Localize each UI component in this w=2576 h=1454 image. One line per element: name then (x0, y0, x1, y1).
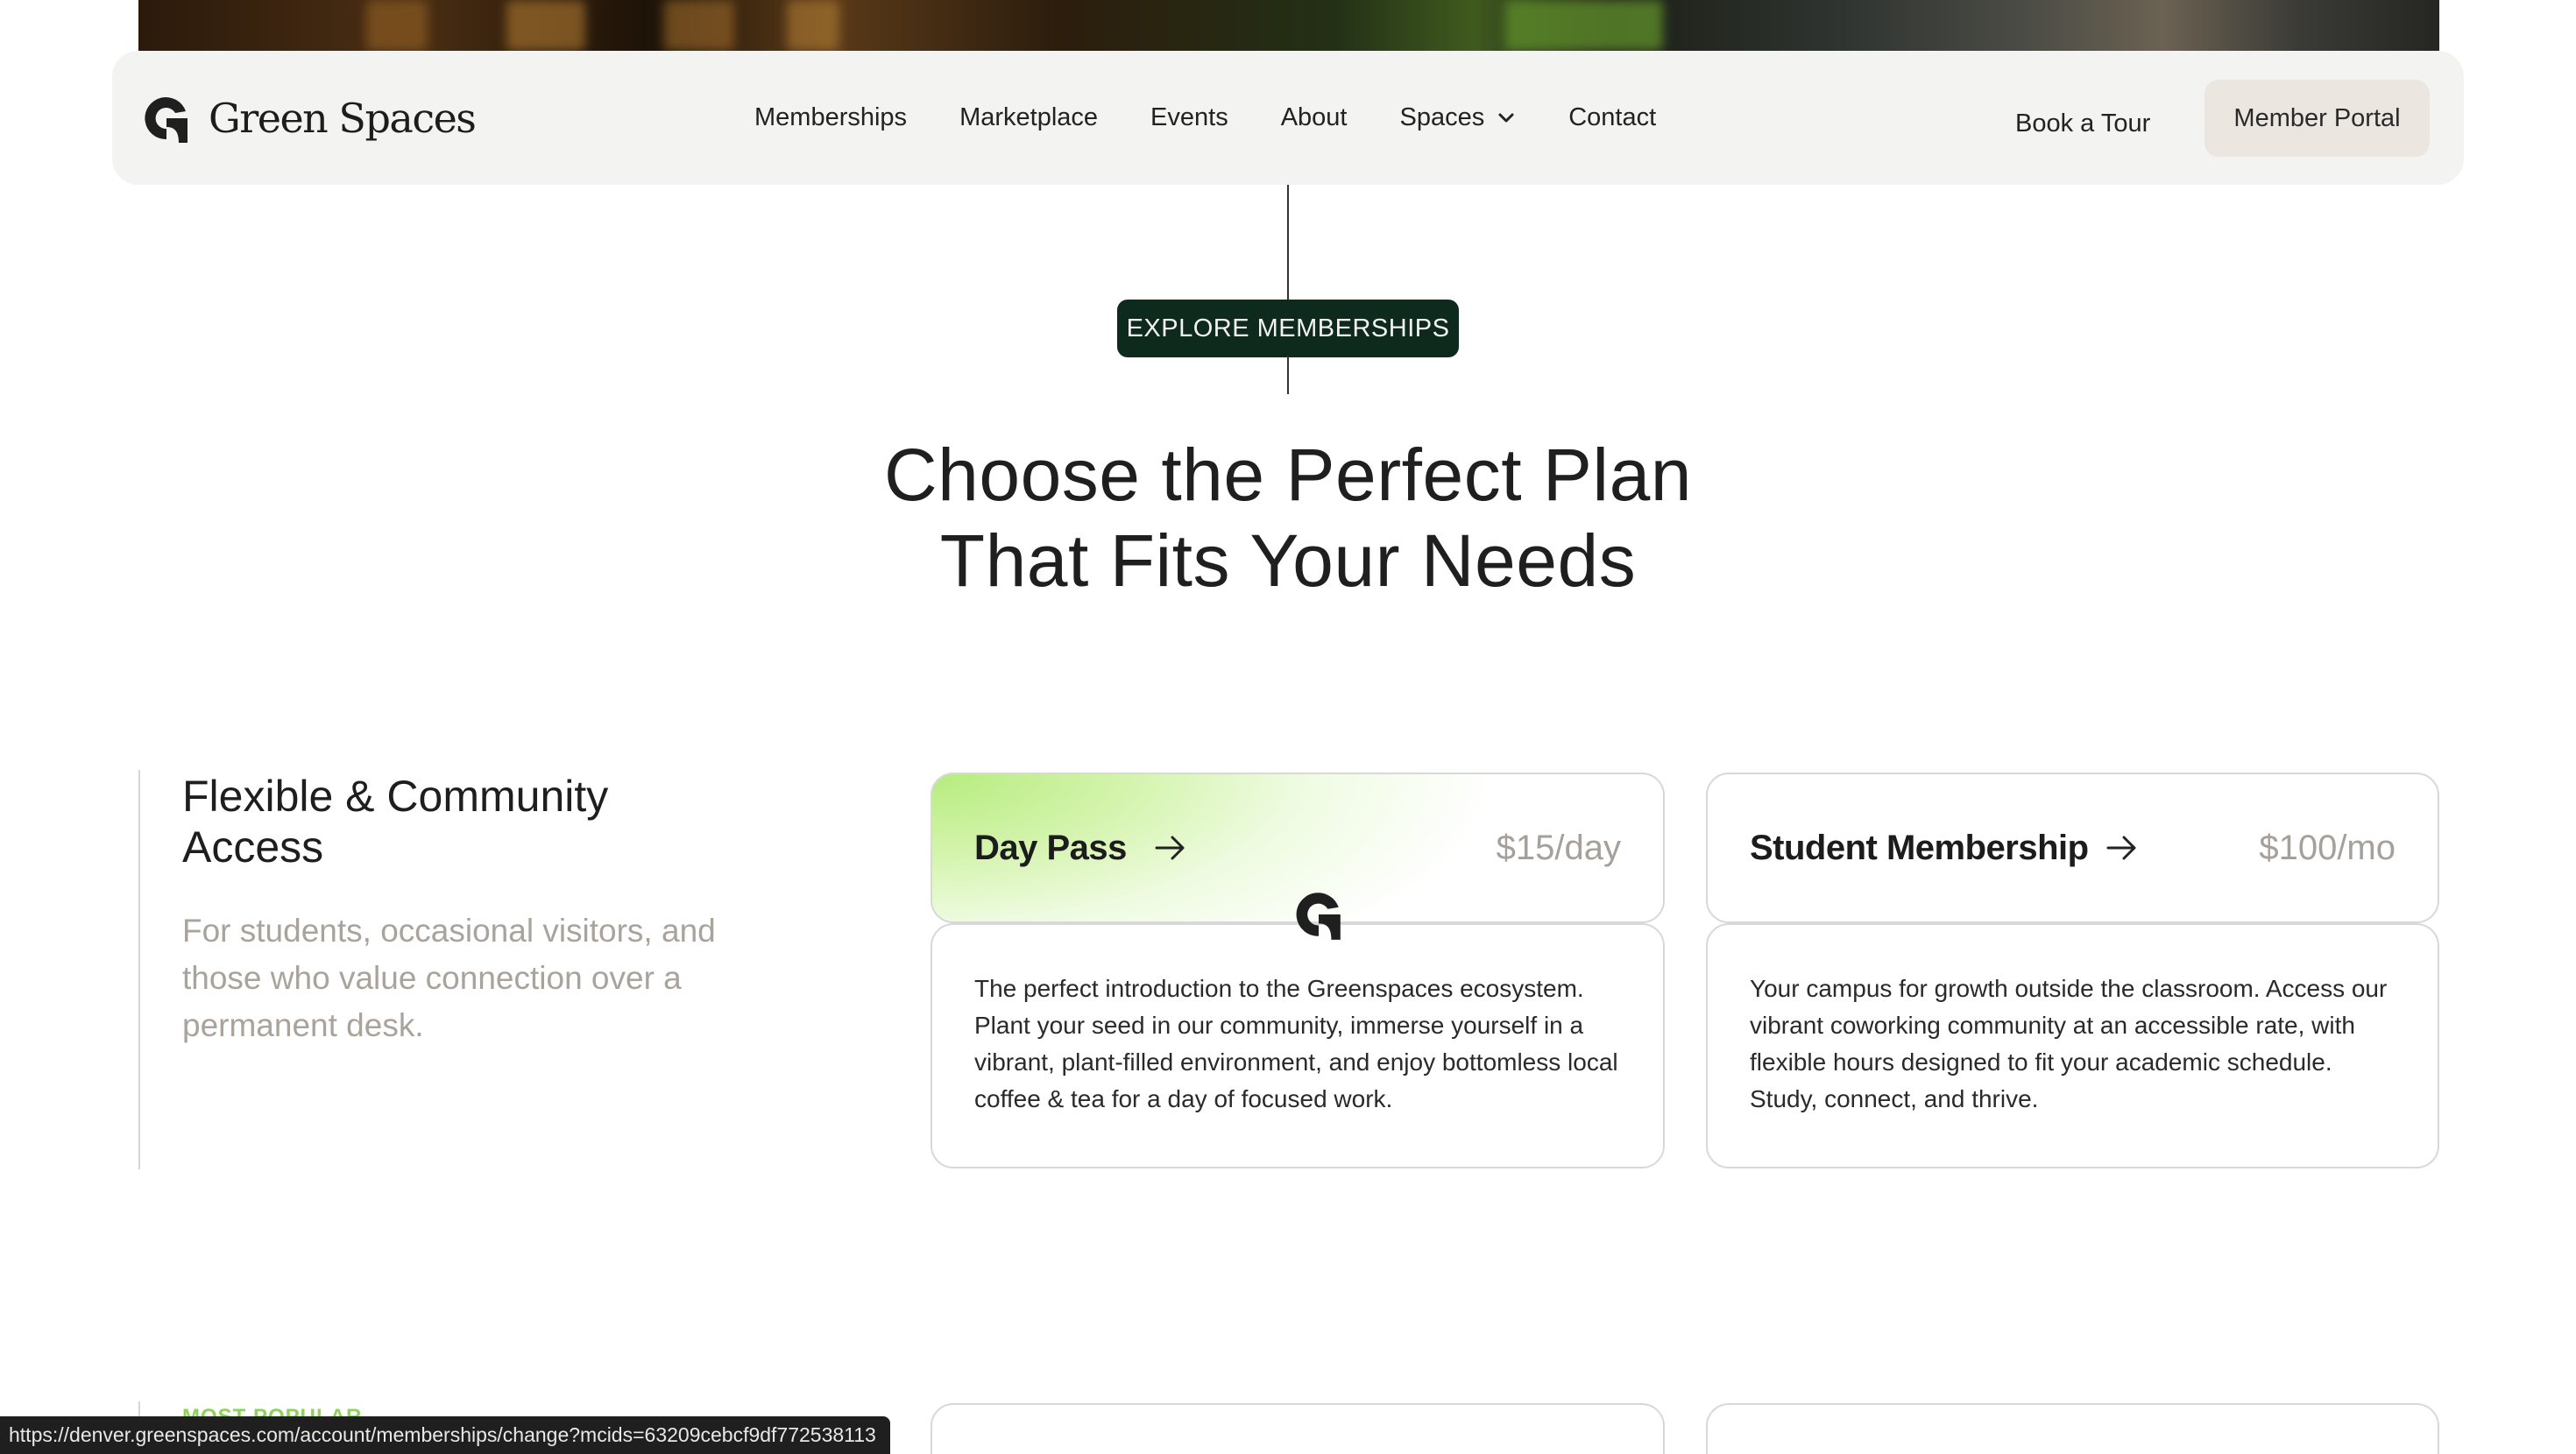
plan-card-peek-1[interactable] (931, 1403, 1665, 1454)
plan-card-student-header[interactable]: Student Membership $100/mo (1706, 773, 2439, 923)
plan-price-day-pass: $15/day (1496, 828, 1621, 867)
plan-card-peek-2[interactable] (1706, 1403, 2439, 1454)
nav-link-marketplace[interactable]: Marketplace (959, 103, 1098, 132)
member-portal-button[interactable]: Member Portal (2204, 80, 2430, 157)
logo-mark-icon (145, 97, 188, 143)
status-bar-url: https://denver.greenspaces.com/account/m… (0, 1416, 890, 1454)
nav-link-about[interactable]: About (1281, 103, 1348, 132)
book-tour-link[interactable]: Book a Tour (2015, 51, 2150, 196)
plan-name-day-pass: Day Pass (974, 828, 1127, 867)
explore-memberships-badge: EXPLORE MEMBERSHIPS (1117, 300, 1459, 357)
plan-title-student: Student Membership (1750, 829, 2140, 868)
nav-link-memberships[interactable]: Memberships (754, 103, 907, 132)
plan-title-day-pass: Day Pass (974, 829, 1188, 868)
chevron-down-icon (1498, 113, 1514, 122)
plan-price-student: $100/mo (2259, 828, 2396, 867)
connector-line-bottom (1287, 356, 1289, 394)
arrow-right-icon (1155, 836, 1185, 860)
plan-card-day-pass-body: The perfect introduction to the Greenspa… (931, 923, 1665, 1168)
brand-name: Green Spaces (209, 95, 477, 142)
plan-card-student-body: Your campus for growth outside the class… (1706, 923, 2439, 1168)
nav-link-events[interactable]: Events (1150, 103, 1228, 132)
plan-description-day-pass: The perfect introduction to the Greenspa… (974, 975, 1618, 1112)
category-description: For students, occasional visitors, and t… (182, 913, 716, 1043)
connector-line-top (1287, 185, 1289, 300)
nav-link-contact[interactable]: Contact (1568, 103, 1656, 132)
section-heading: Choose the Perfect Plan That Fits Your N… (762, 432, 1814, 603)
section-heading-line-2: That Fits Your Needs (939, 519, 1637, 602)
nav-links: Memberships Marketplace Events About Spa… (754, 51, 1656, 185)
plan-description-student: Your campus for growth outside the class… (1750, 975, 2388, 1112)
cursor-logo-mark-icon (1296, 893, 1341, 940)
category-divider (138, 770, 140, 1169)
nav-dropdown-spaces[interactable]: Spaces (1400, 103, 1517, 132)
plan-name-student: Student Membership (1750, 828, 2089, 867)
top-navigation: Green Spaces Memberships Marketplace Eve… (112, 51, 2464, 185)
brand-logo[interactable]: Green Spaces (140, 90, 477, 146)
category-title: Flexible & Community Access (182, 772, 609, 872)
section-heading-line-1: Choose the Perfect Plan (883, 434, 1693, 516)
nav-link-spaces-label: Spaces (1399, 103, 1485, 131)
hero-image-strip (138, 0, 2439, 51)
arrow-right-icon (2106, 836, 2136, 860)
